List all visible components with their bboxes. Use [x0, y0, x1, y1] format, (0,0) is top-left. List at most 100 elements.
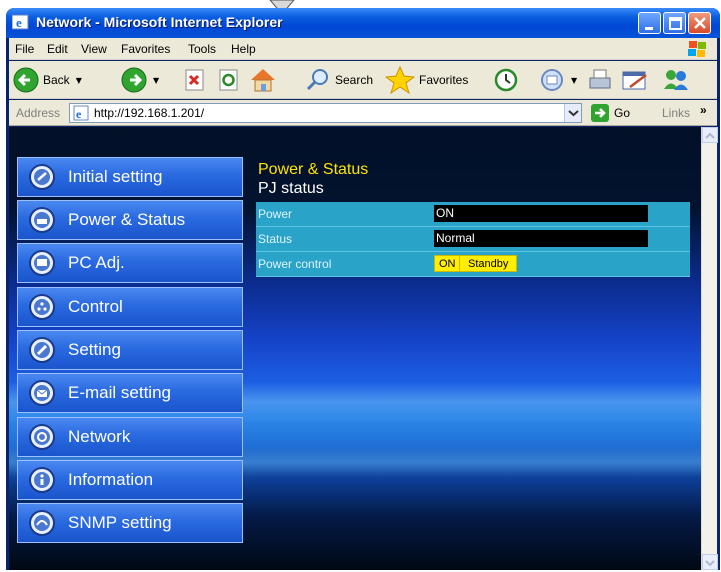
ie-logo-icon: e	[12, 14, 29, 30]
go-label: Go	[614, 106, 631, 120]
control-icon	[29, 294, 55, 320]
monitor-icon	[29, 250, 55, 276]
maximize-icon	[669, 17, 682, 30]
sidebar-item-information[interactable]: Information	[17, 460, 243, 500]
power-icon	[29, 207, 55, 233]
chevron-down-icon	[568, 110, 579, 117]
sidebar-item-setting[interactable]: Setting	[17, 330, 243, 370]
menu-view[interactable]: View	[81, 42, 107, 56]
status-value: Normal	[434, 230, 648, 247]
stop-button[interactable]	[183, 66, 207, 94]
wrench-icon	[29, 337, 55, 363]
sidebar-item-label: Setting	[68, 340, 121, 359]
title-bar[interactable]: e Network - Microsoft Internet Explorer	[6, 8, 720, 38]
links-chevron-icon[interactable]: »	[700, 103, 707, 117]
row-label: Power	[258, 207, 293, 221]
network-icon	[29, 424, 55, 450]
sidebar-item-label: Information	[68, 470, 154, 489]
sidebar-item-snmp-setting[interactable]: SNMP setting	[17, 503, 243, 543]
stop-icon	[185, 69, 204, 91]
sidebar-item-email-setting[interactable]: E-mail setting	[17, 373, 243, 413]
info-icon	[29, 467, 55, 493]
favorites-label: Favorites	[419, 73, 469, 87]
menu-favorites[interactable]: Favorites	[121, 42, 170, 56]
address-bar: Address e http://192.168.1.201/ Go Links…	[9, 100, 717, 126]
page-heading: Power & Status	[258, 161, 369, 178]
envelope-icon	[29, 380, 55, 406]
section-title: PJ status	[258, 180, 324, 197]
forward-arrow-icon	[121, 67, 147, 93]
power-value: ON	[434, 205, 648, 222]
printer-icon	[589, 69, 611, 89]
scroll-up-button[interactable]	[702, 127, 718, 143]
back-arrow-icon	[13, 67, 39, 93]
row-label: Status	[258, 232, 293, 246]
power-on-button[interactable]: ON	[434, 255, 461, 272]
edit-page-icon	[622, 71, 647, 90]
address-dropdown-button[interactable]	[564, 104, 581, 122]
sidebar-item-label: SNMP setting	[68, 513, 172, 532]
back-button[interactable]: Back ▼	[13, 66, 82, 94]
menu-bar: File Edit View Favorites Tools Help	[9, 38, 717, 60]
setup-icon	[29, 164, 55, 190]
forward-dropdown-icon[interactable]: ▼	[153, 76, 159, 85]
address-label: Address	[16, 106, 61, 120]
maximize-button[interactable]	[663, 12, 686, 34]
search-label: Search	[335, 73, 374, 87]
sidebar-item-label: E-mail setting	[68, 383, 171, 402]
close-icon	[694, 17, 706, 29]
sidebar-item-label: Control	[68, 297, 123, 316]
sidebar-item-label: Initial setting	[68, 167, 163, 186]
standard-toolbar: Back ▼ ▼ Search Favorites ▼	[9, 61, 717, 99]
edit-button[interactable]	[620, 66, 650, 94]
sidebar-item-label: Network	[68, 427, 131, 446]
sidebar-item-network[interactable]: Network	[17, 417, 243, 457]
vertical-scrollbar[interactable]	[701, 127, 718, 570]
menu-edit[interactable]: Edit	[47, 42, 68, 56]
standby-button[interactable]: Standby	[459, 255, 518, 272]
svg-text:e: e	[76, 107, 82, 121]
address-input[interactable]: e http://192.168.1.201/	[69, 103, 582, 123]
messenger-button[interactable]	[661, 66, 691, 94]
go-arrow-icon	[591, 104, 609, 122]
favorites-button[interactable]: Favorites	[385, 66, 468, 94]
pj-status-table: Power ON Status Normal Power control ON …	[256, 202, 690, 277]
search-icon	[306, 69, 328, 91]
menu-file[interactable]: File	[15, 42, 34, 56]
sidebar-item-power-status[interactable]: Power & Status	[17, 200, 243, 240]
go-button[interactable]: Go	[590, 103, 630, 123]
print-button[interactable]	[586, 66, 614, 94]
history-button[interactable]	[492, 66, 520, 94]
menu-help[interactable]: Help	[231, 42, 256, 56]
mail-icon	[541, 69, 563, 91]
row-label: Power control	[258, 257, 332, 271]
sidebar-item-pc-adj[interactable]: PC Adj.	[17, 243, 243, 283]
close-button[interactable]	[688, 12, 711, 34]
scroll-down-button[interactable]	[702, 554, 718, 570]
menu-tools[interactable]: Tools	[188, 42, 216, 56]
minimize-icon	[645, 27, 653, 30]
home-button[interactable]	[249, 66, 277, 94]
chevron-up-icon	[705, 132, 715, 139]
home-icon	[251, 69, 275, 92]
refresh-button[interactable]	[217, 66, 241, 94]
page-icon: e	[73, 105, 89, 121]
table-row: Status Normal	[256, 227, 690, 252]
minimize-button[interactable]	[638, 12, 661, 34]
history-icon	[494, 68, 518, 92]
window-title: Network - Microsoft Internet Explorer	[36, 14, 283, 30]
table-row: Power ON	[256, 202, 690, 227]
svg-text:e: e	[16, 15, 22, 30]
back-label: Back	[43, 73, 70, 87]
mail-button[interactable]: ▼	[539, 66, 577, 94]
search-button[interactable]: Search	[305, 66, 373, 94]
sidebar-item-initial-setting[interactable]: Initial setting	[17, 157, 243, 197]
links-button[interactable]: Links	[662, 106, 690, 120]
sidebar-item-label: Power & Status	[68, 210, 186, 229]
mail-dropdown-icon[interactable]: ▼	[571, 76, 577, 85]
forward-button[interactable]: ▼	[121, 66, 159, 94]
back-dropdown-icon[interactable]: ▼	[76, 76, 82, 85]
sidebar-item-label: PC Adj.	[68, 253, 125, 272]
sidebar-item-control[interactable]: Control	[17, 287, 243, 327]
snmp-icon	[29, 510, 55, 536]
